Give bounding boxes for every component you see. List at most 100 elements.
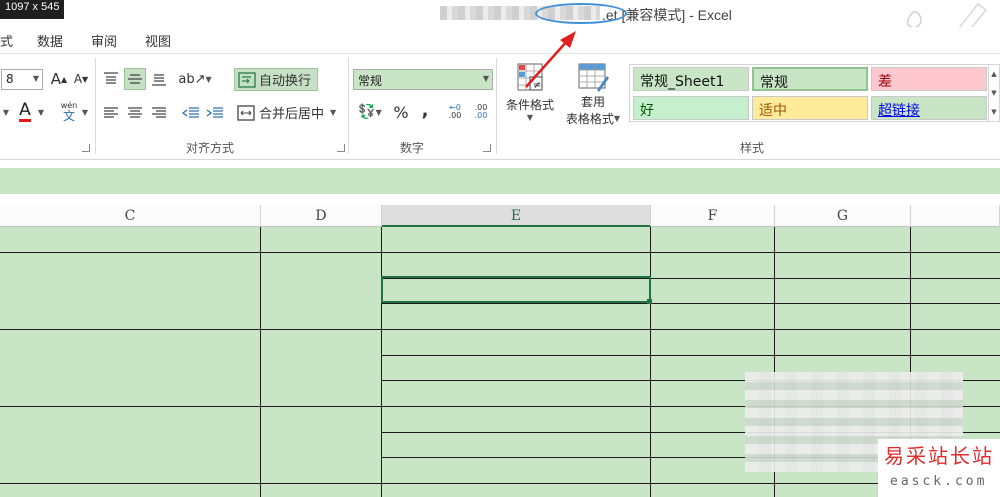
orientation-button[interactable]: ab↗ ▼: [178, 68, 211, 90]
align-center-button[interactable]: [124, 102, 146, 124]
column-header-h[interactable]: [911, 205, 1000, 227]
grid-line: [0, 483, 1000, 484]
menu-formulas[interactable]: 式: [0, 31, 13, 50]
cell-styles-gallery: 常规_Sheet1 常规 差 好 适中 超链接: [629, 64, 989, 122]
chevron-down-icon: ▼: [32, 74, 39, 83]
increase-indent-icon: [206, 106, 223, 118]
style-normal-sheet1-label: 常规_Sheet1: [640, 74, 725, 90]
menu-view[interactable]: 视图: [145, 31, 171, 50]
style-hyperlink[interactable]: 超链接: [871, 96, 987, 120]
align-left-icon: [104, 106, 118, 118]
align-bottom-button[interactable]: [148, 68, 170, 90]
wrap-text-icon: [238, 71, 256, 88]
align-top-button[interactable]: [100, 68, 122, 90]
style-normal[interactable]: 常规: [752, 67, 868, 91]
column-header-c[interactable]: C: [0, 205, 261, 227]
number-format-dropdown[interactable]: 常规 ▼: [353, 69, 493, 90]
worksheet-grid[interactable]: [0, 227, 1000, 497]
ribbon: 8 ▼ A ▲ A ▼ ▼ A ▼ wén 文 ▼ ab↗ ▼ 自动换行 合并后…: [0, 53, 1000, 160]
gallery-scroller[interactable]: ▲ ▼ ▼: [989, 64, 1000, 122]
phonetic-dropdown[interactable]: ▼: [80, 101, 90, 123]
conditional-format-icon: ≠: [517, 63, 543, 91]
style-neutral[interactable]: 适中: [752, 96, 868, 120]
merge-cells-icon: [237, 104, 255, 121]
gallery-up-icon[interactable]: ▲: [991, 70, 996, 78]
merge-center-button[interactable]: 合并后居中 ▼: [234, 101, 346, 124]
watermark: 易采站长站 easck.com: [878, 439, 1000, 497]
style-good[interactable]: 好: [633, 96, 749, 120]
column-header-d[interactable]: D: [261, 205, 382, 227]
decrease-decimal-button[interactable]: .00 .00: [470, 101, 492, 123]
font-size-value: 8: [6, 72, 14, 86]
grid-line: [0, 252, 1000, 253]
style-normal-sheet1[interactable]: 常规_Sheet1: [633, 67, 749, 91]
grid-line: [0, 329, 1000, 330]
group-divider: [348, 58, 349, 154]
menu-bar: 式 数据 审阅 视图: [0, 27, 1000, 53]
alignment-group-label: 对齐方式: [186, 141, 235, 155]
phonetic-button[interactable]: wén 文: [56, 100, 82, 122]
decrease-indent-button[interactable]: [180, 102, 202, 124]
active-cell[interactable]: [381, 276, 651, 303]
chevron-down-icon: ▼: [81, 107, 89, 117]
menu-data[interactable]: 数据: [37, 31, 63, 50]
merge-center-label: 合并后居中: [259, 107, 325, 122]
text-orientation-icon: ab↗: [178, 71, 206, 87]
chevron-down-icon: ▼: [613, 114, 621, 123]
style-neutral-label: 适中: [759, 103, 787, 119]
font-color-button[interactable]: A: [14, 100, 36, 122]
font-option-button[interactable]: ▼: [0, 101, 12, 123]
font-color-dropdown[interactable]: ▼: [36, 101, 46, 123]
style-hyperlink-label: 超链接: [878, 103, 920, 119]
styles-group-label: 样式: [740, 141, 765, 155]
align-center-icon: [128, 106, 142, 118]
group-divider: [95, 58, 96, 154]
increase-indent-button[interactable]: [204, 102, 226, 124]
grow-font-button[interactable]: A ▲: [48, 68, 70, 90]
watermark-url: easck.com: [890, 474, 988, 489]
chevron-down-icon: ▼: [330, 108, 337, 117]
style-bad[interactable]: 差: [871, 67, 987, 91]
column-header-f[interactable]: F: [651, 205, 775, 227]
wrap-text-label: 自动换行: [259, 74, 312, 89]
wrap-text-button[interactable]: 自动换行: [234, 68, 318, 91]
gallery-more-icon[interactable]: ▼: [991, 108, 996, 116]
table-format-label-1: 套用: [580, 95, 605, 109]
number-format-value: 常规: [358, 74, 383, 88]
align-middle-icon: [128, 74, 142, 84]
percent-button[interactable]: %: [390, 101, 412, 123]
align-middle-button[interactable]: [124, 68, 146, 90]
align-top-icon: [104, 72, 118, 84]
menu-review[interactable]: 审阅: [91, 31, 117, 50]
grid-line: [381, 355, 1000, 356]
fill-handle[interactable]: [647, 299, 652, 304]
font-size-dropdown[interactable]: 8 ▼: [1, 69, 43, 90]
conditional-format-button[interactable]: ≠ 条件格式 ▼: [500, 62, 560, 138]
conditional-format-label: 条件格式: [505, 98, 554, 112]
dimension-badge: 1097 x 545: [0, 0, 65, 19]
alignment-dialog-launcher[interactable]: [337, 144, 345, 152]
comma-style-button[interactable]: ,: [414, 99, 436, 121]
shrink-font-icon: A: [73, 72, 83, 86]
gallery-down-icon[interactable]: ▼: [991, 89, 996, 97]
font-color-icon: A: [19, 99, 31, 122]
align-bottom-icon: [152, 74, 166, 86]
number-dialog-launcher[interactable]: [483, 144, 491, 152]
column-header-e[interactable]: E: [382, 205, 651, 227]
table-format-label-2: 表格格式: [565, 112, 614, 126]
phonetic-icon: wén 文: [60, 101, 78, 123]
chevron-down-icon: ▼: [526, 113, 534, 122]
title-bar: 1097 x 545 .et [兼容模式] - Excel: [0, 0, 1000, 52]
accounting-format-button[interactable]: 💱 ▼: [354, 101, 386, 123]
svg-text:≠: ≠: [533, 80, 541, 91]
increase-decimal-button[interactable]: ←0 .00: [444, 101, 466, 123]
shrink-font-button[interactable]: A ▼: [70, 68, 92, 90]
align-left-button[interactable]: [100, 102, 122, 124]
column-headers: C D E F G: [0, 205, 1000, 227]
align-right-button[interactable]: [148, 102, 170, 124]
table-format-button[interactable]: 套用 表格格式 ▼: [560, 62, 626, 138]
column-header-g[interactable]: G: [775, 205, 911, 227]
watermark-title: 易采站长站: [884, 444, 994, 468]
formula-bar[interactable]: [0, 168, 1000, 194]
font-dialog-launcher[interactable]: [82, 144, 90, 152]
